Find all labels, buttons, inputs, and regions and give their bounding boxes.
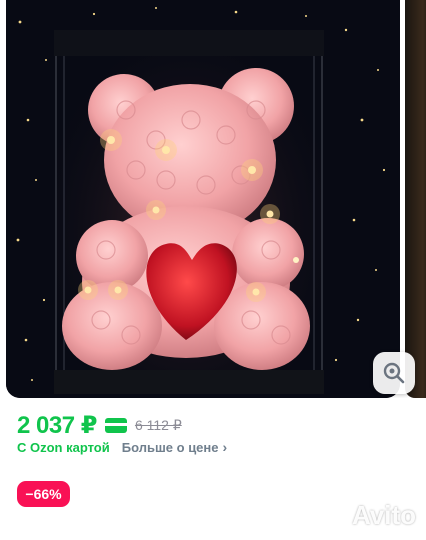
avito-logo-icon [319,504,347,524]
price-subinfo: С Ozon картой Больше о цене › [17,437,227,457]
zoom-button[interactable] [373,352,415,394]
more-about-price-label: Больше о цене [121,439,219,455]
current-price: 2 037 ₽ [17,411,97,439]
more-about-price-link[interactable]: Больше о цене › [122,439,227,455]
ozon-card-label: С Ozon картой [17,439,110,455]
price-row: 2 037 ₽ 6 112 ₽ [17,410,182,440]
search-zoom-icon [383,362,405,384]
photo-carousel[interactable] [0,0,426,398]
avito-watermark: Avito [318,498,416,532]
old-price: 6 112 ₽ [134,416,182,433]
product-photo[interactable] [6,0,400,398]
next-photo-preview[interactable] [405,0,426,398]
rose-bear-illustration [6,0,400,398]
chevron-right-icon: › [222,439,228,455]
discount-badge: −66% [17,481,70,507]
green-card-icon [104,417,127,433]
avito-text: Avito [352,499,417,530]
